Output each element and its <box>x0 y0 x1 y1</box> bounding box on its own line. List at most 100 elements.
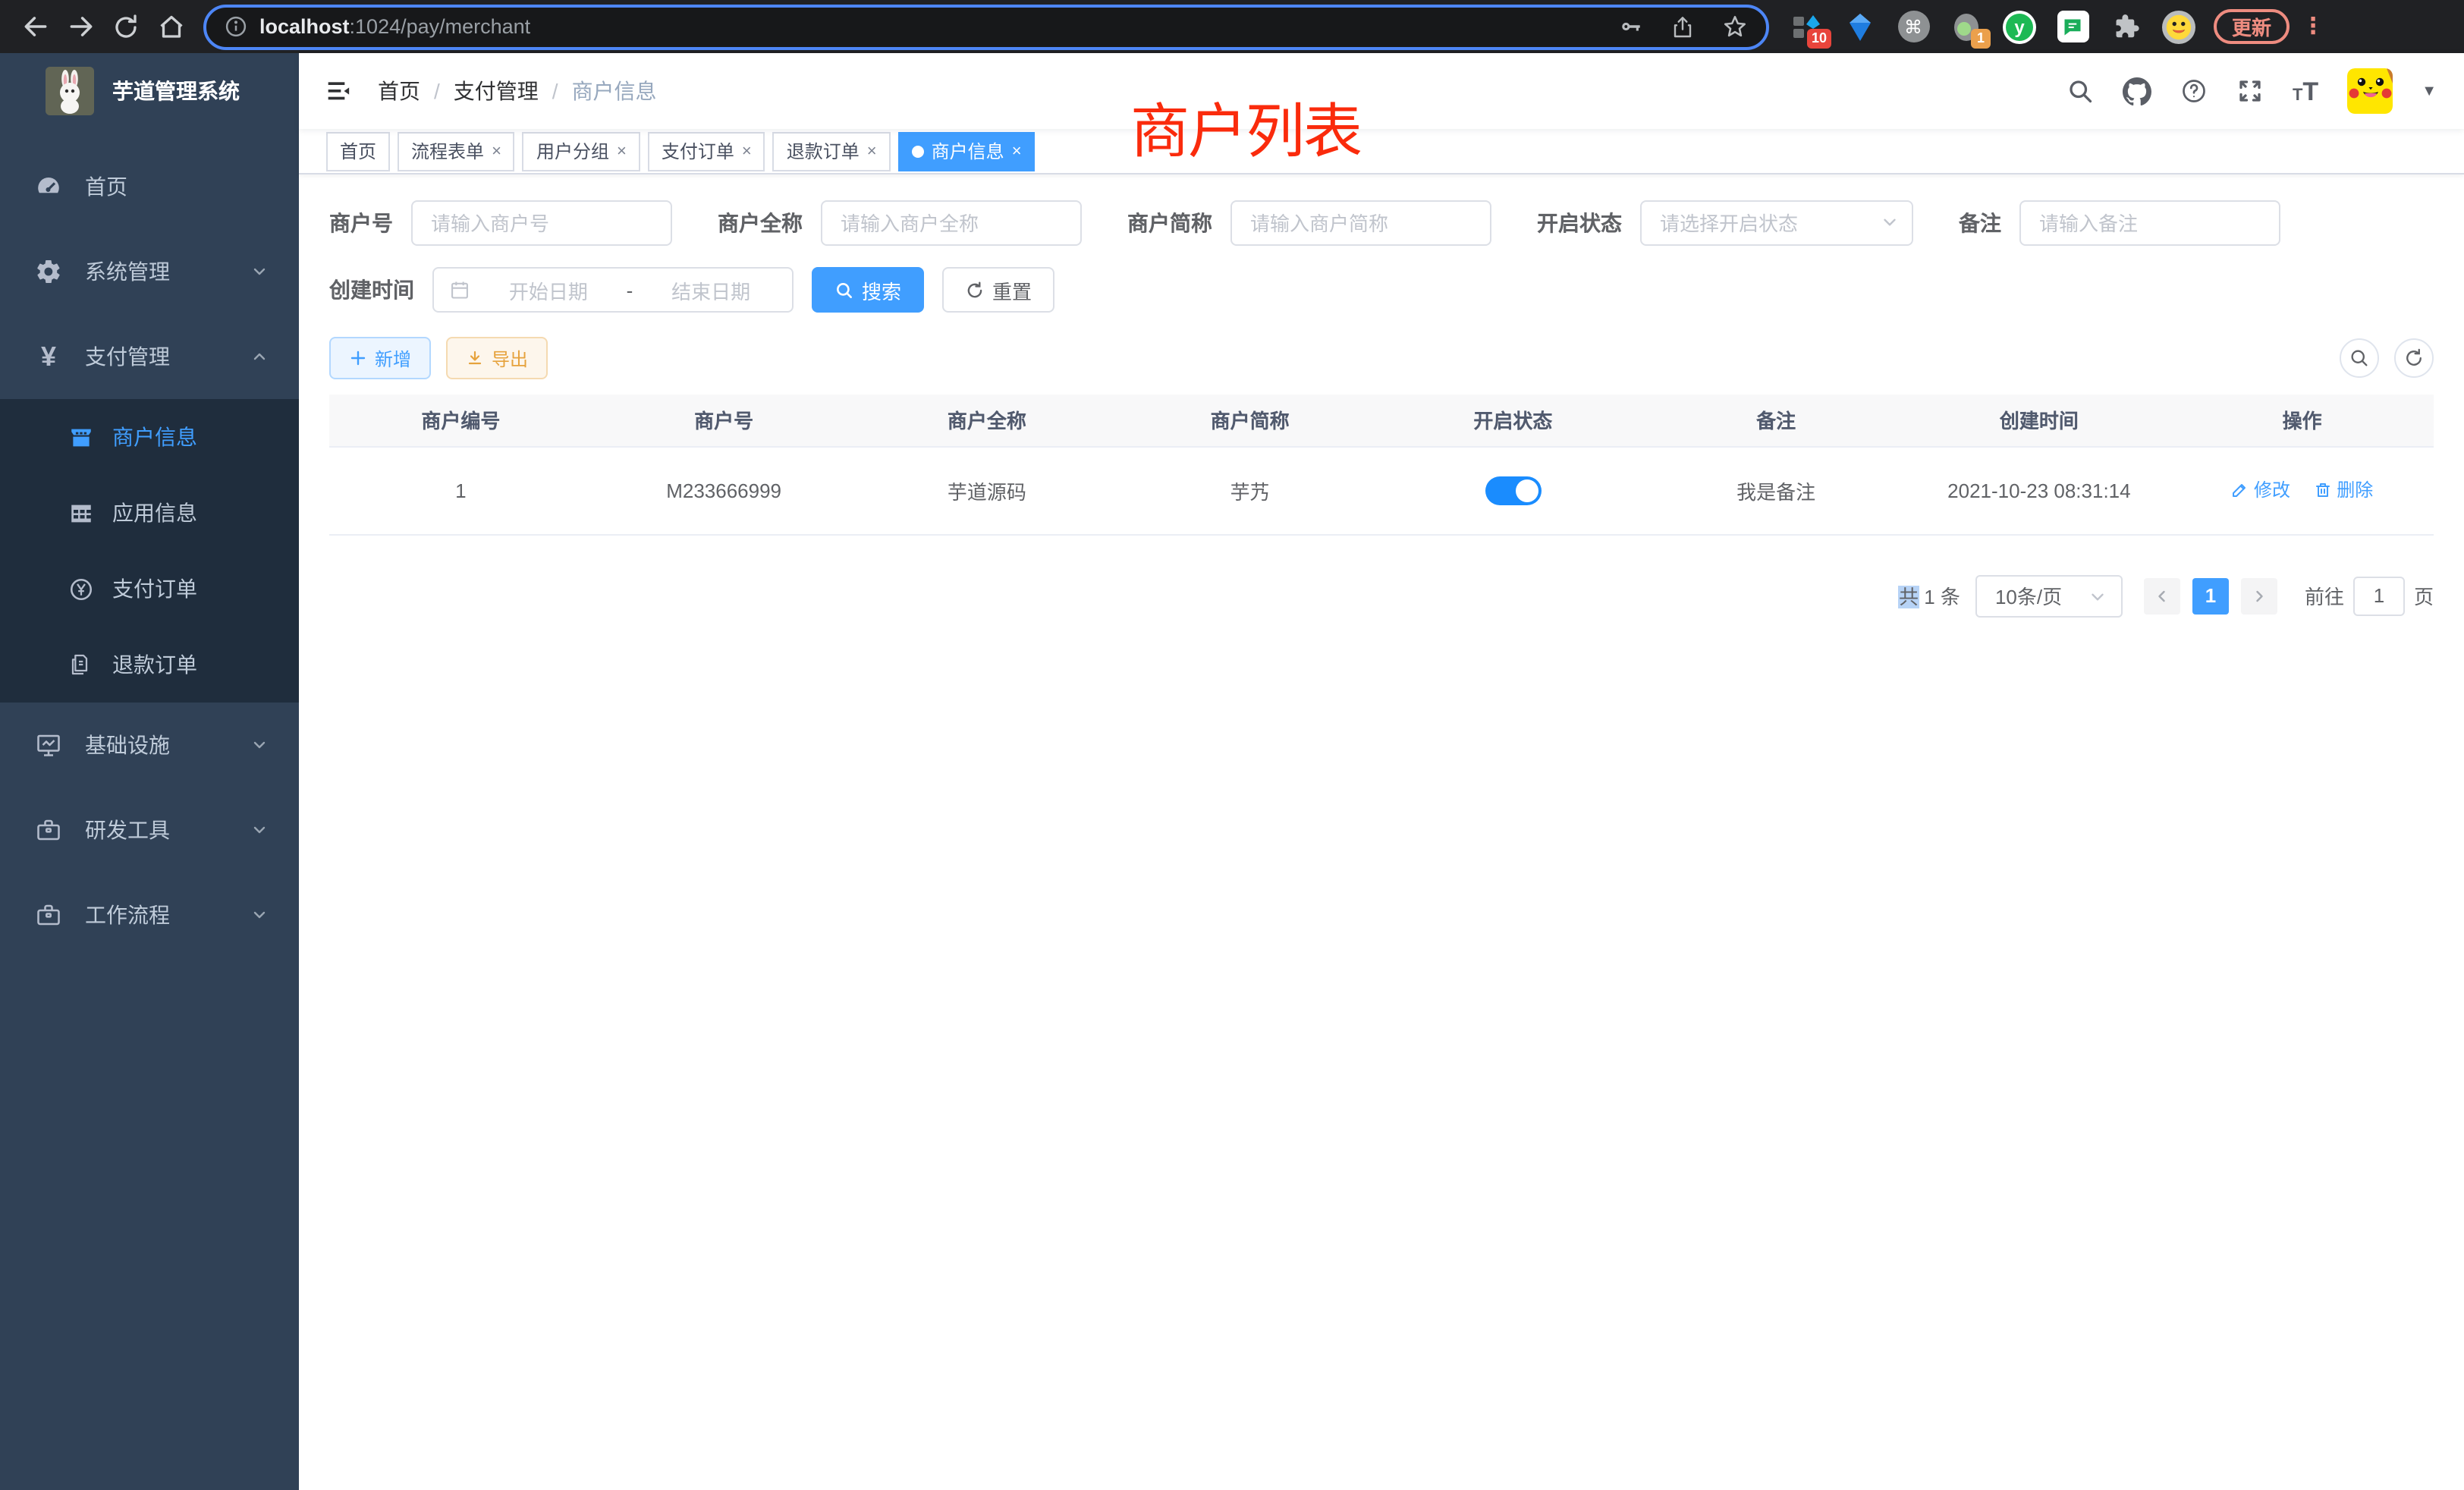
column-header: 操作 <box>2170 395 2434 446</box>
browser-back-icon[interactable] <box>12 4 58 49</box>
calendar-icon <box>449 279 470 300</box>
sidebar-item-dev-tools[interactable]: 研发工具 <box>0 787 299 872</box>
extension-chat-icon[interactable] <box>2056 10 2089 43</box>
font-size-icon[interactable]: TT <box>2293 78 2318 104</box>
extensions-puzzle-icon[interactable] <box>2109 10 2142 43</box>
breadcrumb-home[interactable]: 首页 <box>378 76 420 106</box>
extension-command-icon[interactable]: ⌘ <box>1897 10 1930 43</box>
briefcase-icon <box>33 901 64 929</box>
browser-menu-icon[interactable]: ⋮ <box>2302 15 2324 38</box>
help-icon[interactable] <box>2180 77 2208 105</box>
browser-reload-icon[interactable] <box>103 4 149 49</box>
cell-create-time: 2021-10-23 08:31:14 <box>1908 446 2171 534</box>
url-text: localhost:1024/pay/merchant <box>259 15 530 38</box>
tab-home[interactable]: 首页 <box>326 131 390 171</box>
sidebar-logo[interactable]: 芋道管理系统 <box>0 53 299 129</box>
share-icon[interactable] <box>1670 14 1695 39</box>
field-label: 创建时间 <box>329 275 414 305</box>
address-bar[interactable]: localhost:1024/pay/merchant <box>203 4 1769 49</box>
column-header: 开启状态 <box>1381 395 1645 446</box>
filter-merchant-full-name: 商户全称 <box>718 200 1082 246</box>
extension-youdao-icon[interactable]: y <box>2003 10 2036 43</box>
merchant-short-name-input[interactable] <box>1230 200 1491 246</box>
fullscreen-icon[interactable] <box>2236 77 2264 105</box>
browser-home-icon[interactable] <box>149 4 194 49</box>
sidebar-item-merchant[interactable]: 商户信息 <box>0 399 299 475</box>
delete-link[interactable]: 删除 <box>2314 477 2373 503</box>
add-button[interactable]: 新增 <box>329 337 431 379</box>
close-icon[interactable]: × <box>742 142 752 160</box>
user-avatar[interactable] <box>2347 68 2393 114</box>
remark-input[interactable] <box>2019 200 2280 246</box>
goto-page-input[interactable] <box>2353 576 2405 615</box>
sidebar-item-infrastructure[interactable]: 基础设施 <box>0 703 299 787</box>
filter-status: 开启状态 <box>1537 200 1913 246</box>
merchant-no-input[interactable] <box>411 200 672 246</box>
github-icon[interactable] <box>2123 77 2151 105</box>
close-icon[interactable]: × <box>492 142 501 160</box>
breadcrumb-section[interactable]: 支付管理 <box>454 76 539 106</box>
close-icon[interactable]: × <box>867 142 877 160</box>
filter-merchant-short-name: 商户简称 <box>1127 200 1491 246</box>
reset-button[interactable]: 重置 <box>942 267 1054 313</box>
status-select-input[interactable] <box>1640 200 1913 246</box>
export-button[interactable]: 导出 <box>446 337 548 379</box>
close-icon[interactable]: × <box>617 142 627 160</box>
extension-avocado-icon[interactable]: 1 <box>1950 10 1983 43</box>
sidebar-item-home[interactable]: 首页 <box>0 144 299 229</box>
refresh-icon[interactable] <box>2394 338 2434 378</box>
tab-process-form[interactable]: 流程表单× <box>398 131 515 171</box>
page-size-select[interactable]: 10条/页 <box>1975 574 2123 617</box>
browser-profile-avatar[interactable] <box>2162 10 2195 43</box>
sidebar-item-label: 系统管理 <box>85 256 170 287</box>
filter-create-time: 创建时间 开始日期 - 结束日期 <box>329 267 794 313</box>
filter-remark: 备注 <box>1959 200 2280 246</box>
edit-link[interactable]: 修改 <box>2231 477 2290 503</box>
date-range-picker[interactable]: 开始日期 - 结束日期 <box>432 267 794 313</box>
main-area: 首页 / 支付管理 / 商户信息 TT ▼ <box>299 53 2464 1490</box>
sidebar-item-refund-order[interactable]: 退款订单 <box>0 627 299 703</box>
search-button[interactable]: 搜索 <box>812 267 924 313</box>
bookmark-star-icon[interactable] <box>1722 14 1748 39</box>
sidebar-collapse-icon[interactable] <box>299 53 378 129</box>
prev-page-button[interactable] <box>2144 577 2180 614</box>
sidebar-item-application[interactable]: 应用信息 <box>0 475 299 551</box>
field-label: 商户全称 <box>718 208 803 238</box>
tags-view: 首页 流程表单× 用户分组× 支付订单× 退款订单× 商户信息× <box>299 129 2464 174</box>
toggle-search-icon[interactable] <box>2340 338 2379 378</box>
tab-pay-order[interactable]: 支付订单× <box>648 131 765 171</box>
browser-forward-icon[interactable] <box>58 4 103 49</box>
sidebar-item-payment[interactable]: ¥ 支付管理 <box>0 314 299 399</box>
sidebar-item-workflow[interactable]: 工作流程 <box>0 872 299 957</box>
sidebar-item-label: 支付订单 <box>112 574 197 604</box>
password-key-icon[interactable] <box>1617 14 1643 39</box>
extension-notion-icon[interactable]: 10 <box>1790 10 1824 43</box>
tab-merchant-active[interactable]: 商户信息× <box>898 131 1036 171</box>
sidebar-item-system[interactable]: 系统管理 <box>0 229 299 314</box>
search-icon[interactable] <box>2066 77 2094 105</box>
sidebar-item-label: 工作流程 <box>85 900 170 930</box>
close-icon[interactable]: × <box>1012 142 1022 160</box>
status-select[interactable] <box>1640 200 1913 246</box>
merchant-full-name-input[interactable] <box>821 200 1082 246</box>
tab-user-group[interactable]: 用户分组× <box>523 131 640 171</box>
tab-refund-order[interactable]: 退款订单× <box>773 131 891 171</box>
chevron-up-icon <box>250 347 269 366</box>
sidebar-item-pay-order[interactable]: 支付订单 <box>0 551 299 627</box>
sidebar: 芋道管理系统 首页 系统管理 ¥ 支付管理 <box>0 53 299 1490</box>
site-info-icon[interactable] <box>225 15 247 38</box>
grid-table-icon <box>67 500 94 526</box>
total-count: 共 1 条 <box>1899 581 1960 610</box>
browser-update-button[interactable]: 更新 <box>2214 9 2290 44</box>
red-annotation-title: 商户列表 <box>1130 103 1361 162</box>
sidebar-item-label: 应用信息 <box>112 498 197 528</box>
page-number-1[interactable]: 1 <box>2192 577 2229 614</box>
yen-icon: ¥ <box>33 343 64 370</box>
cell-id: 1 <box>329 446 592 534</box>
extension-gem-icon[interactable] <box>1843 10 1877 43</box>
avatar-caret-icon[interactable]: ▼ <box>2422 83 2437 99</box>
filter-merchant-no: 商户号 <box>329 200 672 246</box>
next-page-button[interactable] <box>2241 577 2277 614</box>
filter-row-2: 创建时间 开始日期 - 结束日期 搜索 重置 <box>329 267 2434 313</box>
status-toggle[interactable] <box>1485 476 1541 505</box>
